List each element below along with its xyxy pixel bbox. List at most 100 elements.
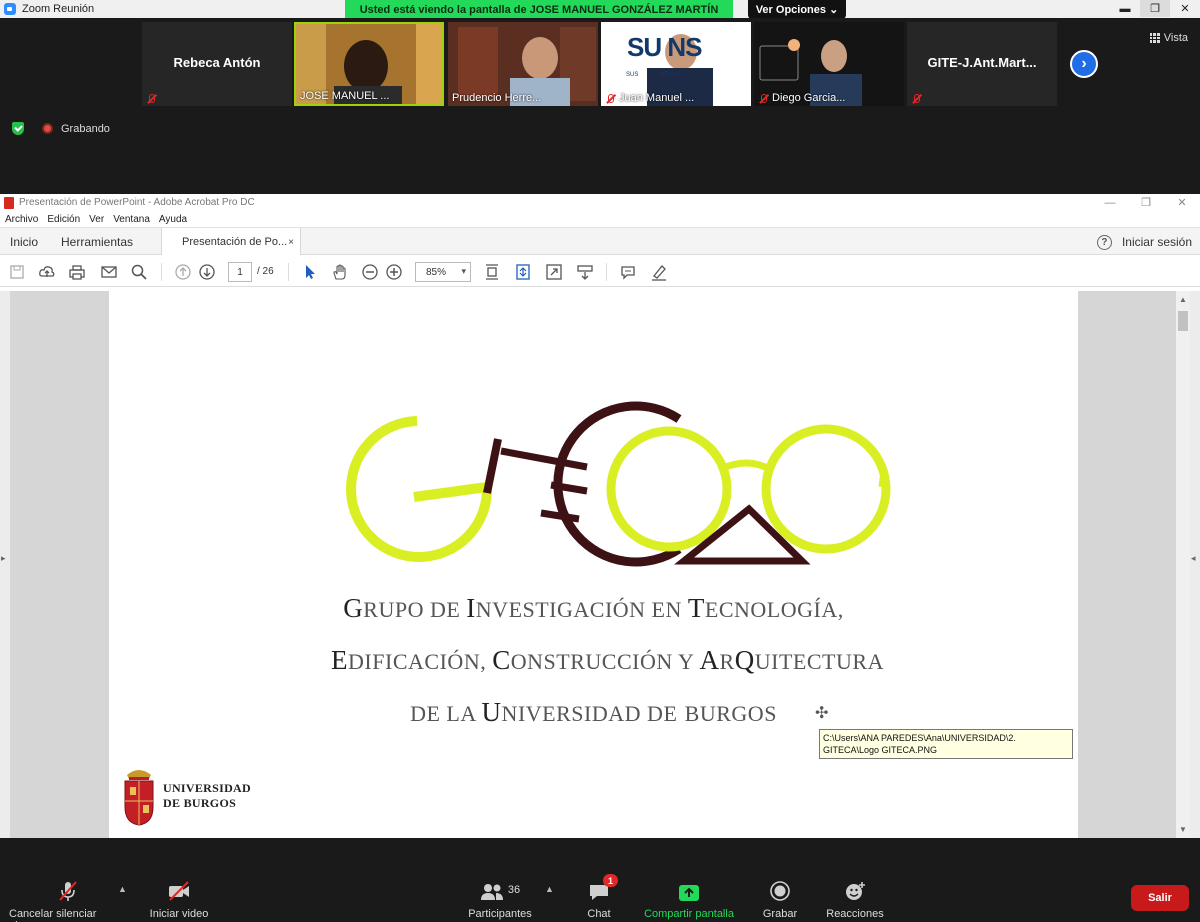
chat-unread-badge: 1 <box>603 874 618 887</box>
select-cursor-icon[interactable] <box>301 263 319 281</box>
save-icon[interactable] <box>8 263 26 281</box>
slide-title-line-3: DE LA UNIVERSIDAD DE BURGOS <box>410 697 777 727</box>
toolbar-divider <box>606 263 607 281</box>
record-icon <box>770 881 790 901</box>
view-options-button[interactable]: Ver Opciones ⌄ <box>748 0 846 19</box>
university-name-line-2: DE BURGOS <box>163 796 237 810</box>
minimize-button[interactable]: ▬ <box>1110 0 1140 17</box>
participant-name: JOSE MANUEL ... <box>300 90 390 102</box>
reactions-button[interactable]: Reacciones <box>826 880 884 920</box>
scroll-down-icon[interactable]: ▼ <box>1179 825 1187 834</box>
menu-ventana[interactable]: Ventana <box>113 214 150 225</box>
encryption-shield-icon[interactable] <box>12 122 24 135</box>
reactions-label: Reacciones <box>826 908 884 920</box>
recording-icon <box>42 123 53 134</box>
tab-document[interactable]: Presentación de Po... × <box>161 228 301 256</box>
sign-in-area: ? Iniciar sesión <box>1096 228 1192 256</box>
participant-tile[interactable]: Prudencio Herre... <box>448 22 598 106</box>
record-button[interactable]: Grabar <box>762 880 798 920</box>
unmute-button[interactable]: Cancelar silenciar ahora <box>9 880 127 922</box>
menu-ayuda[interactable]: Ayuda <box>159 214 187 225</box>
email-icon[interactable] <box>100 263 118 281</box>
participants-options-caret-icon[interactable]: ▲ <box>545 884 554 894</box>
logo-temple <box>878 470 888 488</box>
participant-tile[interactable]: SU NS SUS CTION Juan Manuel ... <box>601 22 751 106</box>
pdf-page: GRUPO DE INVESTIGACIÓN EN TECNOLOGÍA, ED… <box>109 291 1078 838</box>
highlight-pen-icon[interactable] <box>650 263 668 281</box>
print-icon[interactable] <box>68 263 86 281</box>
logo-bar-1 <box>500 447 588 471</box>
acrobat-toolbar: 1 / 26 85% <box>0 255 1200 287</box>
shared-screen-acrobat: Presentación de PowerPoint - Adobe Acrob… <box>0 194 1200 838</box>
menu-ver[interactable]: Ver <box>89 214 104 225</box>
leave-meeting-button[interactable]: Salir <box>1131 885 1189 911</box>
acrobat-close-button[interactable]: ✕ <box>1164 194 1200 211</box>
page-fit-icon[interactable] <box>483 263 501 281</box>
page-number-input[interactable]: 1 <box>228 262 252 282</box>
start-video-button[interactable]: Iniciar video <box>148 880 210 920</box>
view-layout-label: Vista <box>1163 32 1188 44</box>
menu-edicion[interactable]: Edición <box>47 214 80 225</box>
acrobat-minimize-button[interactable]: — <box>1092 194 1128 211</box>
grid-view-icon <box>1149 33 1160 43</box>
participant-tile[interactable]: GITE-J.Ant.Mart... <box>907 22 1057 106</box>
vertical-scrollbar[interactable]: ▲ ▼ <box>1176 291 1190 838</box>
participant-gallery: Rebeca Antón JOSE MANUEL ... Prudencio H… <box>0 18 1200 194</box>
share-screen-button[interactable]: Compartir pantalla <box>642 880 736 920</box>
view-layout-button[interactable]: Vista <box>1149 32 1188 44</box>
video-off-icon <box>169 881 189 901</box>
university-logo: UNIVERSIDAD DE BURGOS <box>121 765 251 827</box>
share-screen-icon <box>679 885 699 901</box>
scroll-mode-icon[interactable] <box>514 263 532 281</box>
next-page-arrow-icon[interactable]: › <box>1070 50 1098 78</box>
meeting-controls-bar: Cancelar silenciar ahora ▲ Iniciar video… <box>0 838 1200 922</box>
start-video-label: Iniciar video <box>149 908 209 920</box>
window-title: Zoom Reunión <box>22 3 95 15</box>
next-page-icon[interactable] <box>198 263 216 281</box>
acrobat-title: Presentación de PowerPoint - Adobe Acrob… <box>19 197 255 208</box>
tab-tools[interactable]: Herramientas <box>61 228 133 256</box>
chat-button[interactable]: 1 Chat <box>584 874 618 920</box>
menu-archivo[interactable]: Archivo <box>5 214 38 225</box>
window-controls: ▬ ❐ ✕ <box>1110 0 1200 17</box>
help-icon[interactable]: ? <box>1096 234 1112 250</box>
participants-button[interactable]: 36 Participantes <box>467 880 533 920</box>
cloud-upload-icon[interactable] <box>38 263 56 281</box>
left-panel-toggle[interactable] <box>0 291 10 838</box>
tab-home[interactable]: Inicio <box>10 228 38 256</box>
read-mode-icon[interactable] <box>576 263 594 281</box>
right-panel-toggle[interactable] <box>1190 291 1200 838</box>
participant-name: Juan Manuel ... <box>619 92 695 104</box>
recording-label: Grabando <box>61 122 110 135</box>
acrobat-window-controls: — ❐ ✕ <box>1092 194 1200 211</box>
restore-button[interactable]: ❐ <box>1140 0 1170 17</box>
scroll-up-icon[interactable]: ▲ <box>1179 295 1187 304</box>
full-screen-icon[interactable] <box>545 263 563 281</box>
search-icon[interactable] <box>130 263 148 281</box>
participant-tile[interactable]: Rebeca Antón <box>142 22 292 106</box>
logo-letter-i <box>483 438 502 494</box>
participant-tile-active-speaker[interactable]: JOSE MANUEL ... <box>294 22 444 106</box>
logo-lens-left <box>606 426 732 552</box>
comment-icon[interactable] <box>619 263 637 281</box>
zoom-in-icon[interactable] <box>385 263 403 281</box>
previous-page-icon[interactable] <box>174 263 192 281</box>
muted-mic-icon <box>758 93 769 104</box>
participant-name: Diego Garcia... <box>772 92 846 104</box>
close-window-button[interactable]: ✕ <box>1170 0 1200 17</box>
meeting-status: Grabando <box>12 122 110 135</box>
toolbar-divider <box>161 263 162 281</box>
zoom-out-icon[interactable] <box>361 263 379 281</box>
participant-tile[interactable]: Diego Garcia... <box>754 22 904 106</box>
sign-in-link[interactable]: Iniciar sesión <box>1122 235 1192 249</box>
acrobat-restore-button[interactable]: ❐ <box>1128 194 1164 211</box>
zoom-app-icon <box>4 3 16 15</box>
audio-options-caret-icon[interactable]: ▲ <box>118 884 127 894</box>
move-cursor-icon: ✣ <box>815 705 829 722</box>
zoom-level-select[interactable]: 85% <box>415 262 471 282</box>
muted-mic-icon <box>605 93 616 104</box>
scroll-thumb[interactable] <box>1178 311 1188 331</box>
close-tab-icon[interactable]: × <box>288 237 294 248</box>
hand-tool-icon[interactable] <box>331 263 349 281</box>
tab-document-label: Presentación de Po... <box>182 236 288 248</box>
